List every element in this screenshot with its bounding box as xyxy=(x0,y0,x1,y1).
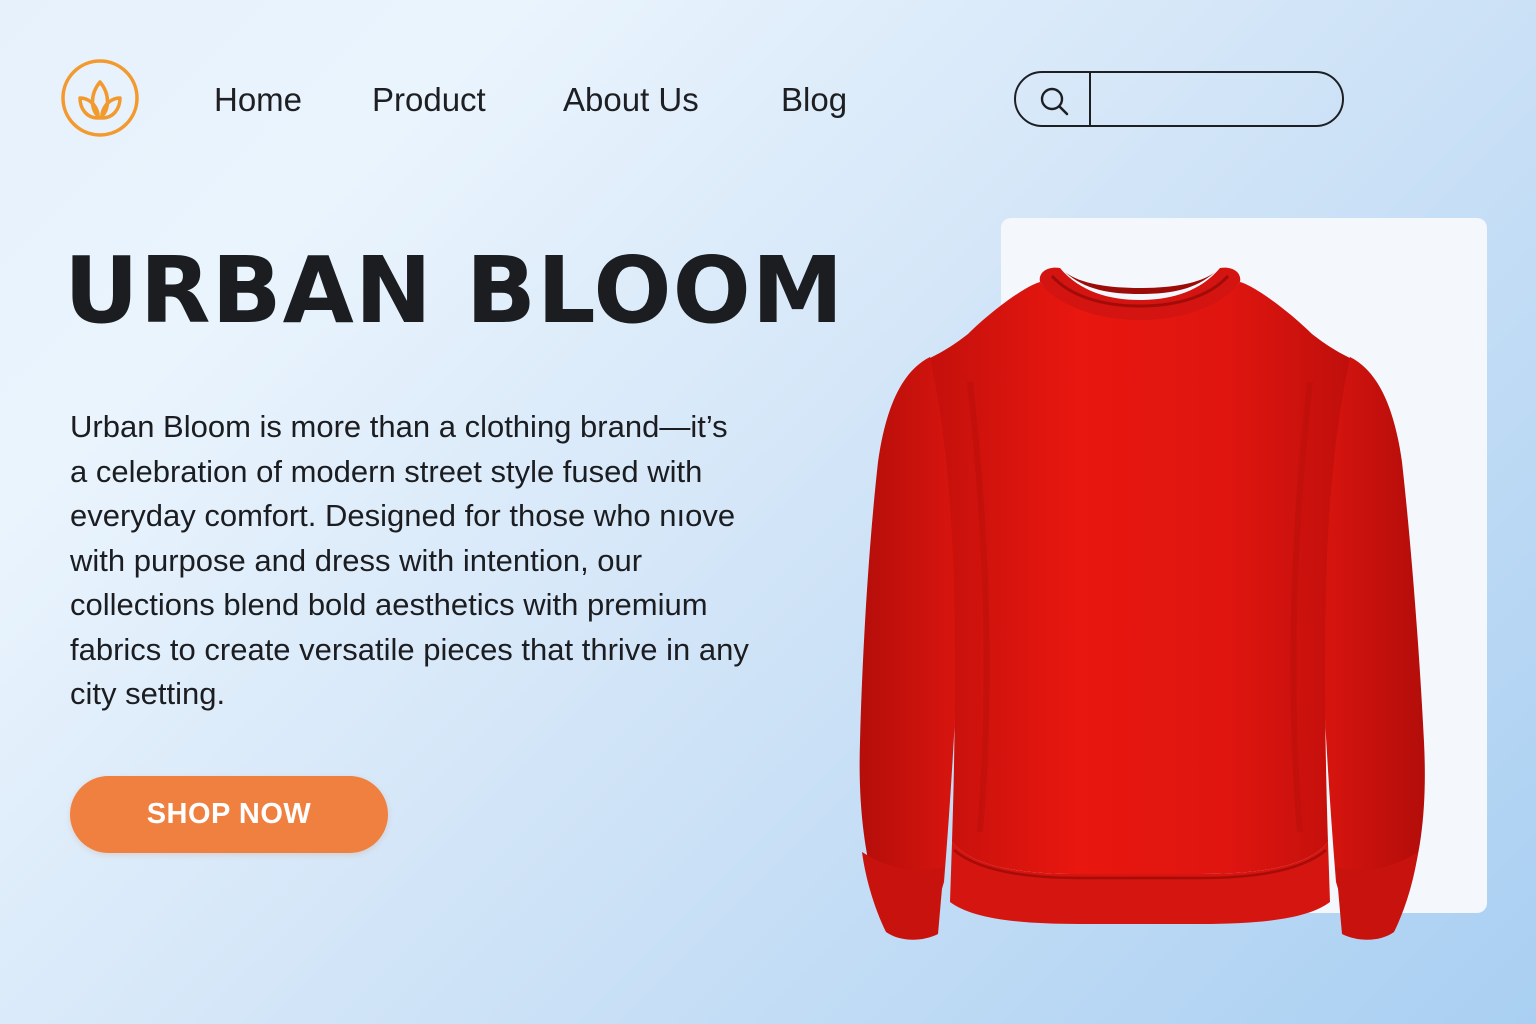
product-image[interactable] xyxy=(840,262,1440,952)
nav-about-us-link[interactable]: About Us xyxy=(563,78,699,122)
search-divider xyxy=(1089,73,1091,125)
sweatshirt-image xyxy=(859,267,1425,940)
search-icon[interactable] xyxy=(1038,85,1070,117)
hero-description: Urban Bloom is more than a clothing bran… xyxy=(70,409,749,711)
search-bar xyxy=(1014,71,1344,127)
nav-blog-link[interactable]: Blog xyxy=(781,78,847,122)
nav-product-link[interactable]: Product xyxy=(372,78,486,122)
search-input[interactable] xyxy=(1096,79,1332,121)
shop-now-button[interactable]: SHOP NOW xyxy=(70,776,388,853)
lotus-icon xyxy=(61,59,139,137)
hero-title: URBAN BLOOM xyxy=(64,237,845,344)
brand-logo[interactable] xyxy=(60,58,140,138)
nav-home-link[interactable]: Home xyxy=(214,78,302,122)
